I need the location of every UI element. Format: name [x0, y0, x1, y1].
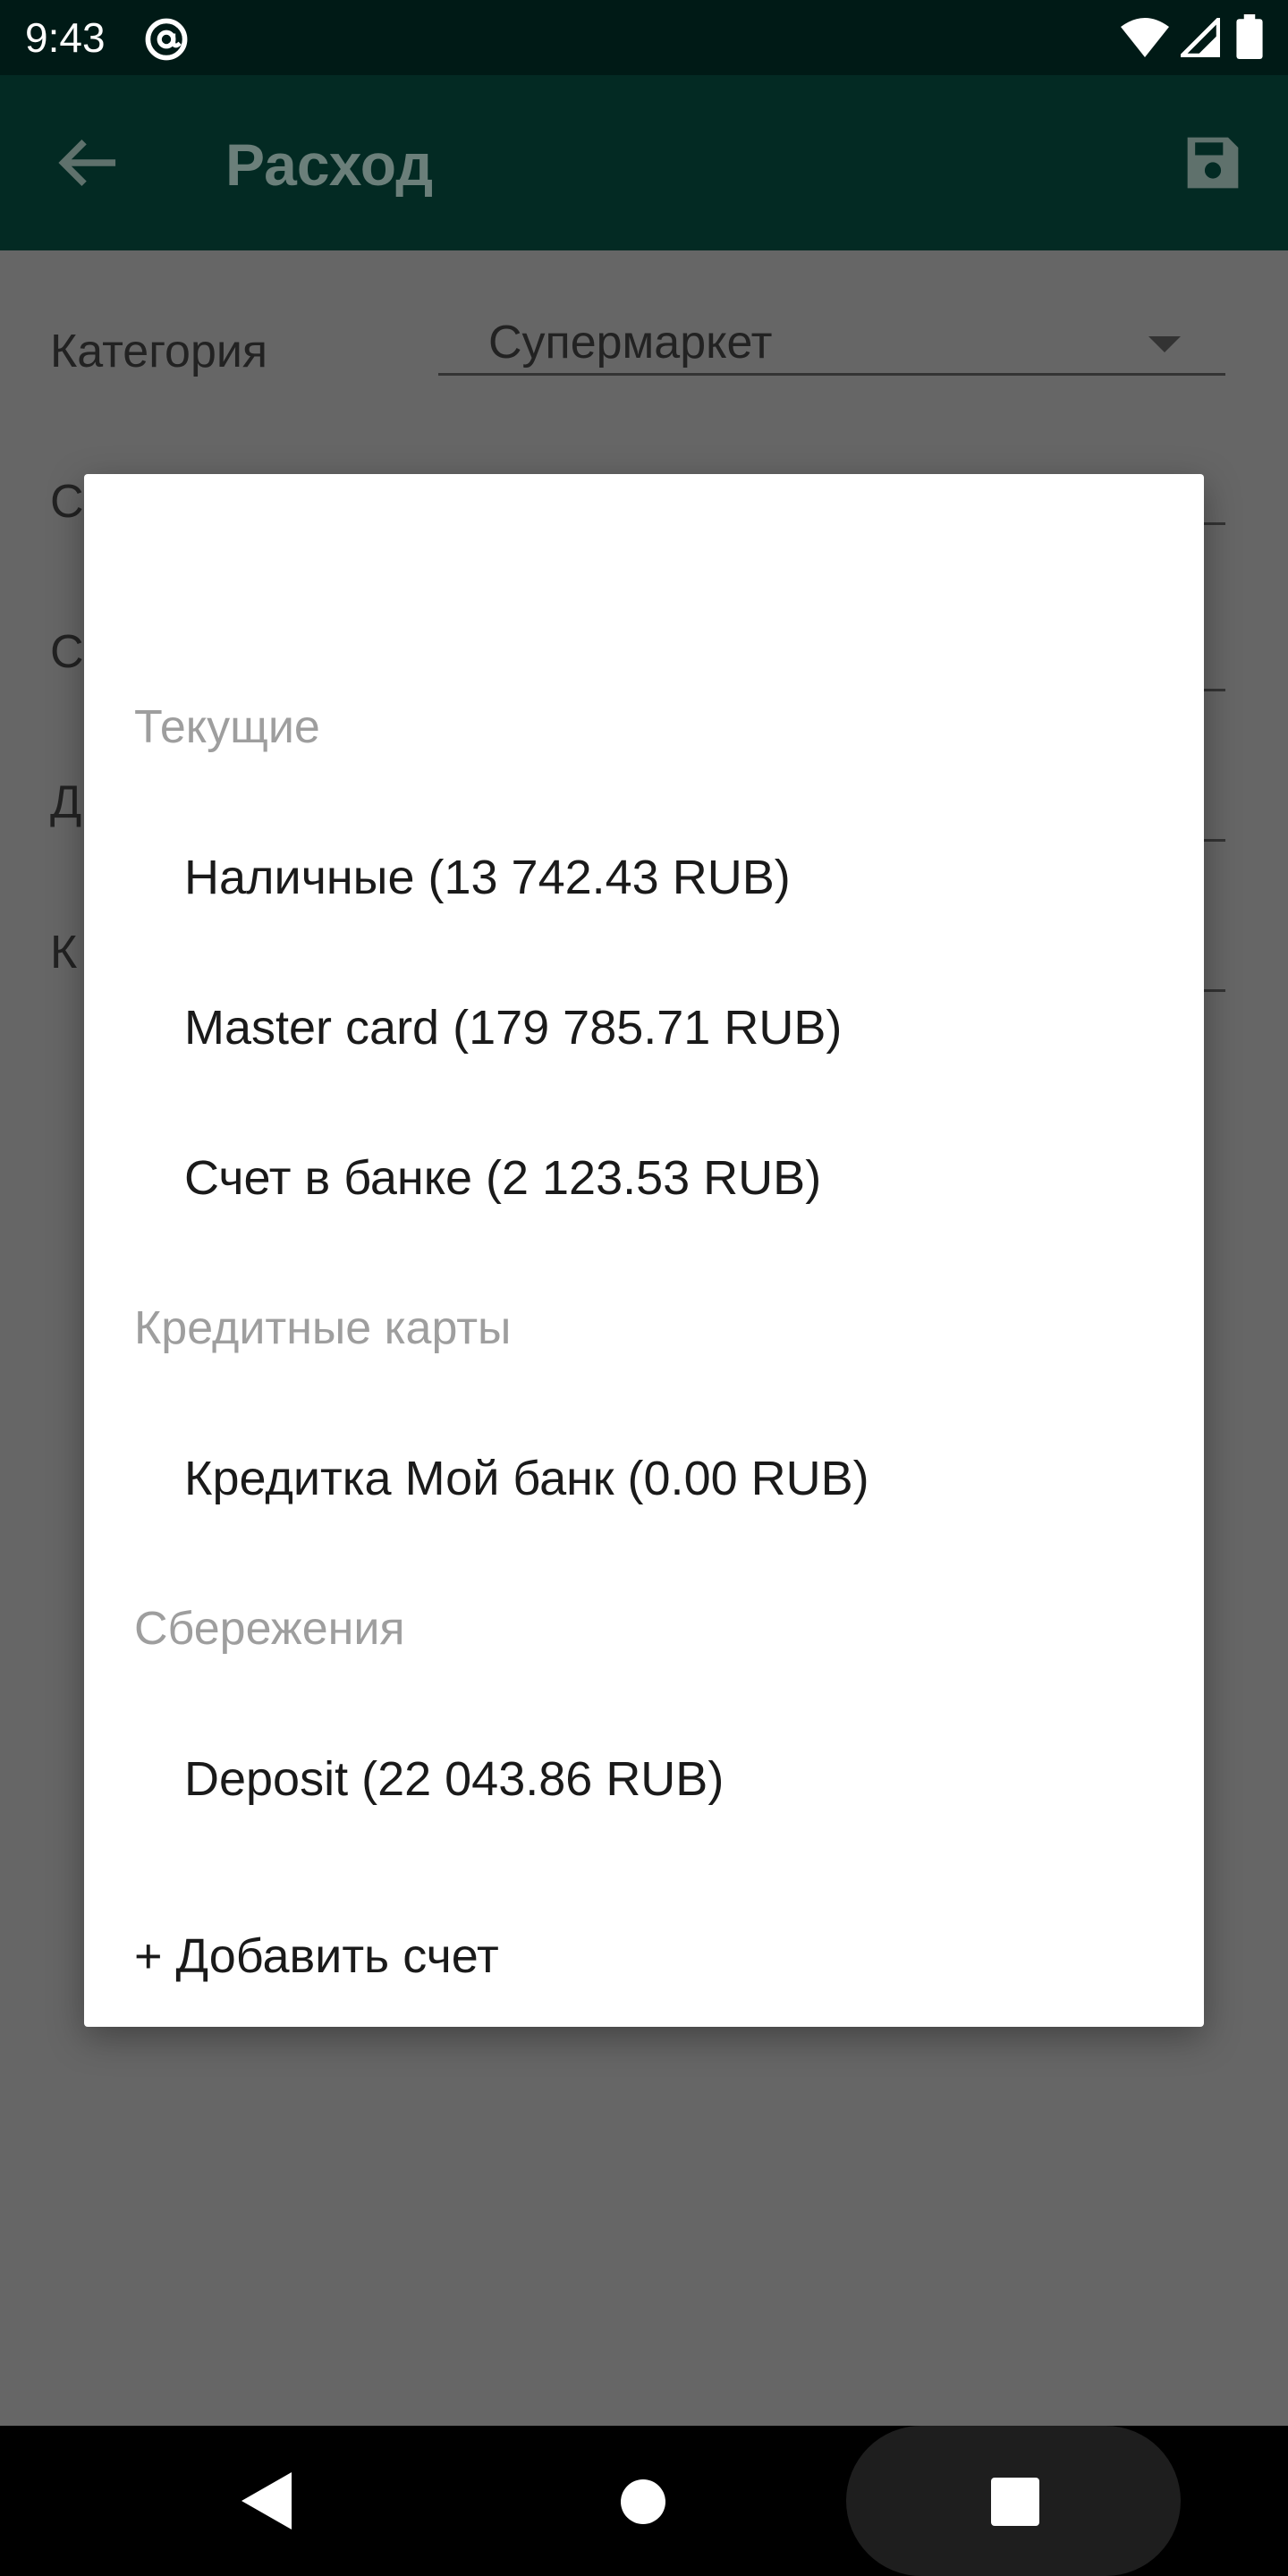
account-item-label: Master card (179 785.71 RUB) — [184, 1001, 843, 1055]
screen: 9:43 Расход Категория Супермаркет С С Д … — [0, 0, 1288, 2576]
account-item-cash[interactable]: Наличные (13 742.43 RUB) — [84, 810, 1204, 945]
account-item-master-card[interactable]: Master card (179 785.71 RUB) — [84, 961, 1204, 1095]
category-dropdown[interactable]: Супермаркет — [438, 315, 1225, 376]
group-header-savings: Сбережения — [134, 1603, 405, 1655]
account-picker-dialog: Текущие Наличные (13 742.43 RUB) Master … — [84, 474, 1204, 2027]
add-account-button[interactable]: + Добавить счет — [84, 1905, 1204, 2012]
form-row-label: С — [50, 626, 84, 678]
app-bar: Расход — [0, 75, 1288, 250]
battery-icon — [1236, 14, 1263, 59]
form-row-label: С — [50, 476, 84, 528]
form-row-label: К — [50, 927, 78, 979]
signal-icon — [1181, 18, 1220, 57]
save-icon[interactable] — [1182, 132, 1243, 193]
nav-back-icon[interactable] — [242, 2472, 292, 2529]
nav-home-icon[interactable] — [621, 2479, 665, 2524]
status-time: 9:43 — [25, 14, 106, 61]
nav-recents-icon[interactable] — [991, 2478, 1039, 2526]
page-title: Расход — [225, 131, 434, 198]
group-header-current: Текущие — [134, 701, 320, 753]
account-item-label: Кредитка Мой банк (0.00 RUB) — [184, 1452, 869, 1505]
category-value: Супермаркет — [488, 317, 773, 369]
account-item-bank-account[interactable]: Счет в банке (2 123.53 RUB) — [84, 1111, 1204, 1245]
account-item-credit-card[interactable]: Кредитка Мой банк (0.00 RUB) — [84, 1411, 1204, 1546]
add-account-label: + Добавить счет — [134, 1929, 499, 1983]
wifi-icon — [1121, 18, 1169, 57]
account-item-label: Счет в банке (2 123.53 RUB) — [184, 1151, 822, 1205]
category-label: Категория — [50, 326, 268, 377]
navigation-bar — [0, 2426, 1288, 2576]
arrow-back-icon[interactable] — [55, 136, 118, 190]
account-item-deposit[interactable]: Deposit (22 043.86 RUB) — [84, 1712, 1204, 1846]
group-header-credit-cards: Кредитные карты — [134, 1302, 512, 1354]
at-sign-icon — [145, 18, 188, 61]
dropdown-arrow-icon — [1148, 336, 1181, 352]
form-row-label: Д — [50, 776, 82, 828]
account-item-label: Deposit (22 043.86 RUB) — [184, 1752, 724, 1806]
account-item-label: Наличные (13 742.43 RUB) — [184, 851, 791, 904]
status-bar: 9:43 — [0, 0, 1288, 75]
